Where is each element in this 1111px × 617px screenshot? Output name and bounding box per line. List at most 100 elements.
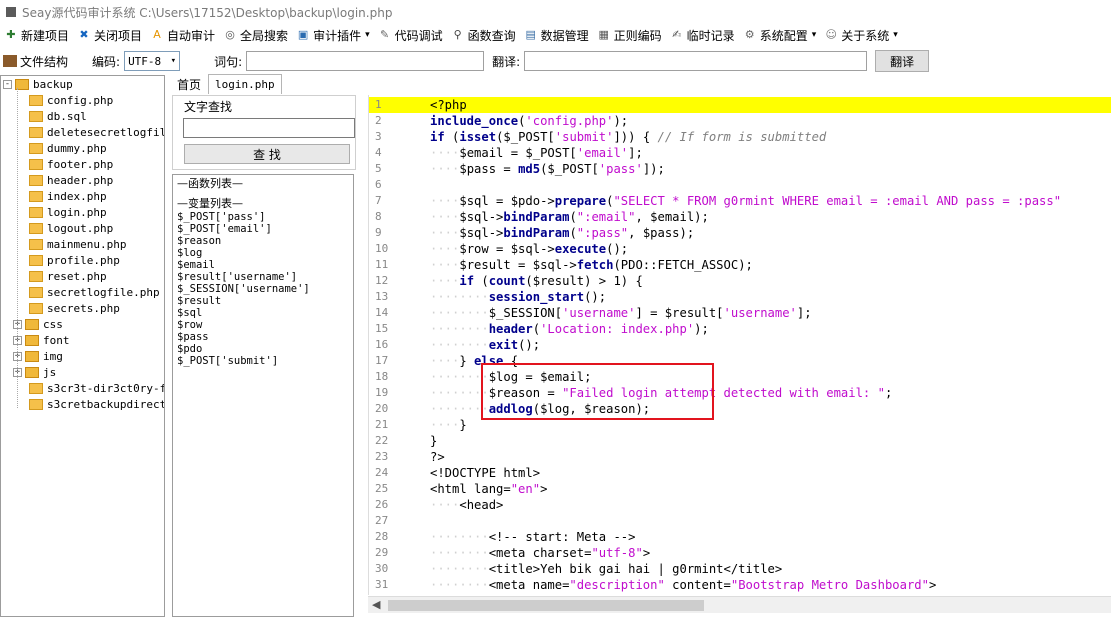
- code-token: ····: [430, 258, 460, 272]
- find-button[interactable]: 查 找: [184, 144, 350, 164]
- variable-item[interactable]: $_POST['email']: [177, 223, 349, 235]
- tab-login-php[interactable]: login.php: [208, 74, 282, 94]
- scroll-left-icon[interactable]: ◀: [372, 598, 380, 611]
- translate-button[interactable]: 翻译: [875, 50, 930, 72]
- code-text: ····$result = $sql->fetch(PDO::FETCH_ASS…: [430, 257, 753, 273]
- word-input[interactable]: [246, 51, 485, 71]
- code-line: 22}: [369, 433, 1111, 449]
- plugin-icon: ▣: [297, 28, 309, 41]
- menu-item-regex-encode[interactable]: ▦ 正则编码: [593, 24, 666, 46]
- code-token: ($_POST[: [496, 130, 555, 144]
- horizontal-scrollbar[interactable]: ◀: [368, 596, 1111, 613]
- tree-guide-line: [17, 88, 18, 408]
- tree-file[interactable]: db.sql: [29, 108, 87, 124]
- code-token: $sql->: [459, 226, 504, 240]
- code-token: ?>: [430, 450, 445, 464]
- menu-item-gear[interactable]: ⚙ 系统配置 ▾: [739, 24, 821, 46]
- variable-item[interactable]: $_SESSION['username']: [177, 283, 349, 295]
- translate-input[interactable]: [524, 51, 868, 71]
- tree-file[interactable]: secrets.php: [29, 300, 120, 316]
- tree-file[interactable]: header.php: [29, 172, 113, 188]
- tree-file[interactable]: dummy.php: [29, 140, 107, 156]
- code-token: ········: [430, 386, 489, 400]
- variable-item[interactable]: $log: [177, 247, 349, 259]
- scroll-thumb[interactable]: [388, 600, 704, 611]
- tree-file[interactable]: secretlogfile.php: [29, 284, 160, 300]
- menu-item-about[interactable]: ☺ 关于系统 ▾: [820, 24, 902, 46]
- code-token: $result = $sql->: [459, 258, 577, 272]
- menu-item-debug[interactable]: ✎ 代码调试: [374, 24, 447, 46]
- code-text: ········session_start();: [430, 289, 606, 305]
- tree-file[interactable]: profile.php: [29, 252, 120, 268]
- tree-file[interactable]: deletesecretlogfile: [29, 124, 164, 140]
- variable-item[interactable]: $result: [177, 295, 349, 307]
- variable-item[interactable]: $_POST['submit']: [177, 355, 349, 367]
- search-input[interactable]: [183, 118, 355, 138]
- menu-item-global-search[interactable]: ◎ 全局搜索: [219, 24, 292, 46]
- encoding-select[interactable]: UTF-8 ▾: [124, 51, 181, 71]
- tree-item-label: index.php: [47, 189, 107, 203]
- tree-file[interactable]: reset.php: [29, 268, 107, 284]
- variable-item[interactable]: $pdo: [177, 343, 349, 355]
- tree-file[interactable]: s3cretbackupdirect0: [29, 396, 164, 412]
- variable-item[interactable]: $sql: [177, 307, 349, 319]
- file-icon: [29, 254, 43, 266]
- code-text: ····$sql = $pdo->prepare("SELECT * FROM …: [430, 193, 1061, 209]
- code-token: (: [569, 226, 577, 240]
- code-editor[interactable]: 31 ········<meta name="description" conte…: [368, 95, 1111, 595]
- tree-folder[interactable]: + img: [13, 348, 63, 364]
- menu-item-new-project[interactable]: ✚ 新建项目: [0, 24, 73, 46]
- line-number: 11: [375, 258, 389, 271]
- tree-item-label: s3cr3t-dir3ct0ry-f0: [47, 381, 165, 395]
- code-token: (: [444, 130, 460, 144]
- code-text: ········$_SESSION['username'] = $result[…: [430, 305, 812, 321]
- tab-home[interactable]: 首页: [170, 74, 208, 94]
- code-token: ])) {: [613, 130, 658, 144]
- code-line: 16 ········exit();: [369, 337, 1111, 353]
- tree-folder[interactable]: - backup: [3, 76, 73, 92]
- tree-folder[interactable]: + js: [13, 364, 56, 380]
- tree-file[interactable]: login.php: [29, 204, 107, 220]
- line-number: 7: [375, 194, 382, 207]
- chevron-down-icon: ▾: [811, 30, 817, 40]
- variable-item[interactable]: $email: [177, 259, 349, 271]
- code-line: 14 ········$_SESSION['username'] = $resul…: [369, 305, 1111, 321]
- tree-file[interactable]: index.php: [29, 188, 107, 204]
- file-structure-label[interactable]: 文件结构: [20, 53, 68, 70]
- new-project-icon: ✚: [6, 28, 16, 41]
- menu-item-close-project[interactable]: ✖ 关闭项目: [73, 24, 146, 46]
- file-tree: - backup config.php db.sql deletesecretlogfi…: [0, 75, 165, 617]
- line-number: 19: [375, 386, 389, 399]
- file-icon: [29, 238, 43, 250]
- menu-item-plugin[interactable]: ▣ 审计插件 ▾: [292, 24, 374, 46]
- tree-file[interactable]: footer.php: [29, 156, 113, 172]
- line-number: 10: [375, 242, 389, 255]
- variable-item[interactable]: $row: [177, 319, 349, 331]
- menu-item-function-query[interactable]: ⚲ 函数查询: [447, 24, 520, 46]
- tree-folder[interactable]: + css: [13, 316, 63, 332]
- tree-file[interactable]: logout.php: [29, 220, 113, 236]
- tree-folder[interactable]: + font: [13, 332, 70, 348]
- code-token: // If form is submitted: [657, 130, 827, 144]
- line-number: 4: [375, 146, 382, 159]
- tree-file[interactable]: mainmenu.php: [29, 236, 126, 252]
- menu-item-temp-record[interactable]: ✍ 临时记录: [666, 24, 739, 46]
- tree-item-label: secrets.php: [47, 301, 120, 315]
- tree-file[interactable]: config.php: [29, 92, 113, 108]
- code-token: }: [459, 354, 475, 368]
- collapse-icon[interactable]: -: [3, 79, 12, 89]
- menu-item-data-manage[interactable]: ▤ 数据管理: [520, 24, 593, 46]
- variable-item[interactable]: $result['username']: [177, 271, 349, 283]
- code-token: ········: [430, 322, 489, 336]
- variable-item[interactable]: $_POST['pass']: [177, 211, 349, 223]
- menu-item-auto-audit[interactable]: A 自动审计: [146, 24, 219, 46]
- tree-file[interactable]: s3cr3t-dir3ct0ry-f0: [29, 380, 165, 396]
- variable-item[interactable]: $pass: [177, 331, 349, 343]
- variable-item[interactable]: $reason: [177, 235, 349, 247]
- file-icon: [29, 110, 43, 122]
- function-query-icon: ⚲: [453, 28, 462, 41]
- tree-item-label: css: [43, 317, 63, 331]
- code-text: <?php: [430, 97, 467, 113]
- window-title: Seay源代码审计系统 C:\Users\17152\Desktop\backu…: [22, 5, 393, 20]
- close-project-icon: ✖: [79, 28, 89, 41]
